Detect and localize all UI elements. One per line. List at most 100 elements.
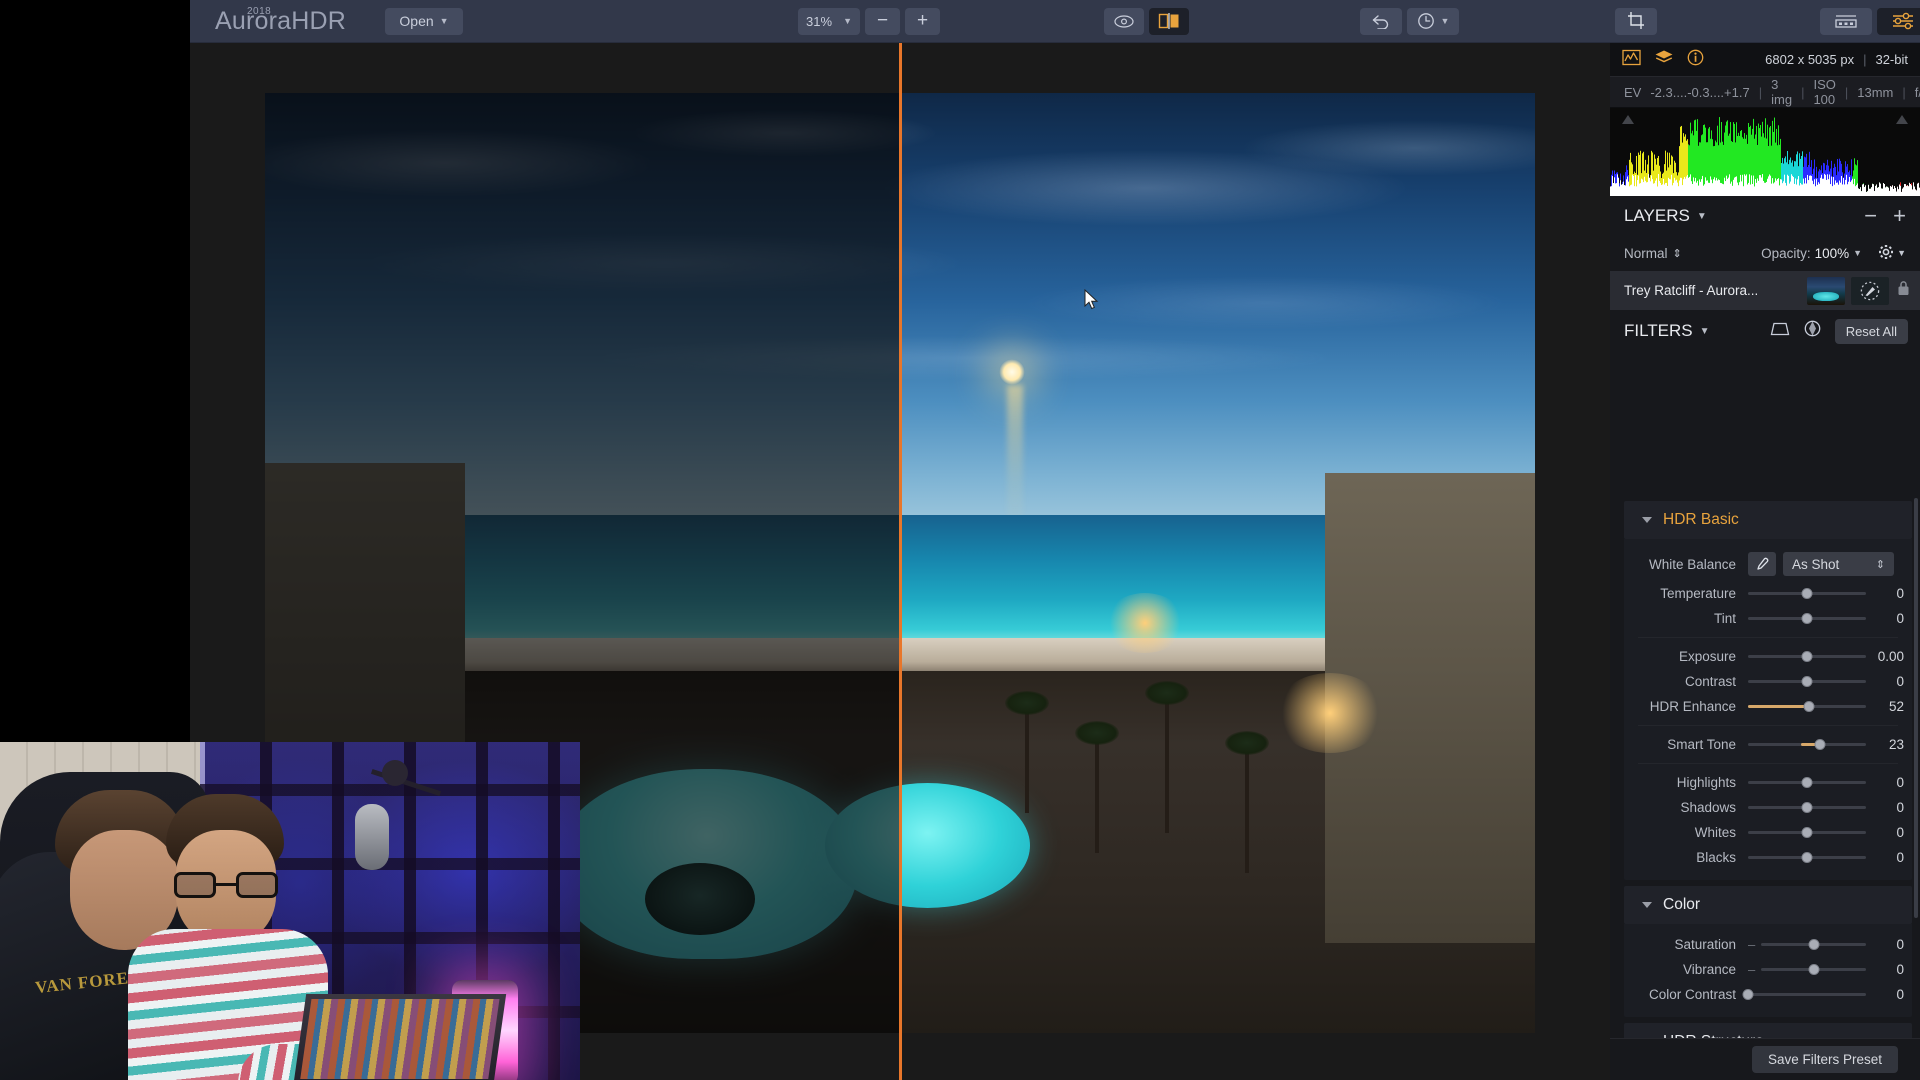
slider-value: 0	[1896, 775, 1904, 790]
lens-aperture-icon[interactable]	[1804, 320, 1821, 342]
brush-mask-icon[interactable]	[1851, 276, 1889, 305]
slider-track[interactable]	[1742, 989, 1866, 1000]
hdr-basic-sliders: Temperature 0 Tint 0	[1624, 581, 1912, 631]
slider-knob[interactable]	[1801, 827, 1813, 838]
remove-layer-button[interactable]: −	[1864, 203, 1877, 229]
save-filters-preset-button[interactable]: Save Filters Preset	[1751, 1046, 1899, 1073]
transform-icon[interactable]	[1770, 321, 1790, 342]
slider-track[interactable]	[1761, 964, 1866, 975]
slider-track[interactable]	[1748, 802, 1866, 813]
slider-value: 23	[1888, 737, 1904, 752]
split-compare-button[interactable]	[1149, 7, 1189, 35]
slider-label: Smart Tone	[1667, 737, 1736, 752]
reset-all-button[interactable]: Reset All	[1834, 318, 1908, 344]
histogram-shadow-clip-icon[interactable]	[1622, 115, 1634, 124]
slider-row[interactable]: Color Contrast 0	[1624, 982, 1912, 1007]
preview-toggle-button[interactable]	[1104, 7, 1144, 35]
lock-icon[interactable]	[1897, 280, 1910, 301]
filters-scrollbar[interactable]	[1914, 498, 1918, 918]
chevron-down-icon[interactable]: ▼	[1897, 248, 1906, 258]
slider-track[interactable]	[1748, 852, 1866, 863]
slider-knob[interactable]	[1801, 777, 1813, 788]
slider-track[interactable]	[1748, 676, 1866, 687]
slider-knob[interactable]	[1801, 802, 1813, 813]
split-compare-divider[interactable]	[899, 43, 902, 1080]
slider-knob[interactable]	[1801, 852, 1813, 863]
slider-knob[interactable]	[1801, 588, 1813, 599]
chevron-down-icon[interactable]: ▼	[1697, 211, 1707, 222]
history-button[interactable]: ▼	[1407, 7, 1459, 35]
slider-row[interactable]: Vibrance – 0	[1624, 957, 1912, 982]
slider-row[interactable]: Saturation – 0	[1624, 932, 1912, 957]
slider-track[interactable]	[1748, 651, 1866, 662]
histogram-highlight-clip-icon[interactable]	[1896, 115, 1908, 124]
slider-track[interactable]	[1748, 777, 1866, 788]
zoom-out-button[interactable]: −	[865, 7, 900, 35]
slider-row[interactable]: Temperature 0	[1624, 581, 1912, 606]
slider-track[interactable]	[1748, 827, 1866, 838]
slider-row[interactable]: Exposure 0.00	[1624, 644, 1912, 669]
slider-row[interactable]: Blacks 0	[1624, 845, 1912, 870]
slider-minus-icon[interactable]: –	[1748, 937, 1755, 952]
opacity-control[interactable]: Opacity: 100% ▼	[1761, 246, 1862, 261]
layer-settings-gear[interactable]	[1878, 244, 1894, 263]
eyedropper-icon[interactable]	[1748, 552, 1776, 576]
slider-row[interactable]: HDR Enhance 52	[1624, 694, 1912, 719]
crop-button[interactable]	[1615, 7, 1657, 35]
slider-row[interactable]: Tint 0	[1624, 606, 1912, 631]
slider-track[interactable]	[1748, 701, 1866, 712]
histogram[interactable]	[1610, 108, 1920, 196]
layers-title: LAYERS	[1624, 206, 1690, 225]
slider-row[interactable]: Highlights 0	[1624, 770, 1912, 795]
zoom-in-button[interactable]: +	[905, 7, 940, 35]
exif-focal-length: 13mm	[1857, 84, 1894, 100]
zoom-level-select[interactable]: 31% ▼	[798, 7, 860, 35]
slider-row[interactable]: Shadows 0	[1624, 795, 1912, 820]
white-balance-select[interactable]: As Shot ⇕	[1783, 552, 1894, 576]
slider-track[interactable]	[1748, 588, 1866, 599]
divider	[1638, 763, 1898, 764]
filter-group-header-color[interactable]: Color	[1624, 886, 1912, 924]
open-button-label: Open	[399, 13, 434, 29]
undo-button[interactable]	[1360, 7, 1402, 35]
slider-knob[interactable]	[1801, 676, 1813, 687]
presets-panel-button[interactable]	[1820, 7, 1872, 35]
slider-row[interactable]: Whites 0	[1624, 820, 1912, 845]
histogram-icon[interactable]	[1622, 49, 1641, 71]
slider-knob[interactable]	[1808, 939, 1820, 950]
slider-track[interactable]	[1761, 939, 1866, 950]
filter-group-header-hdr-basic[interactable]: HDR Basic	[1624, 501, 1912, 539]
slider-knob[interactable]	[1742, 989, 1754, 1000]
chevron-down-icon[interactable]: ▼	[1853, 248, 1862, 258]
layer-row[interactable]: Trey Ratcliff - Aurora...	[1610, 270, 1920, 310]
adjust-panel-button[interactable]	[1877, 7, 1920, 35]
slider-track[interactable]	[1748, 739, 1866, 750]
slider-label: Temperature	[1660, 586, 1736, 601]
stepper-icon[interactable]: ⇕	[1673, 247, 1682, 260]
blend-mode-select[interactable]: Normal	[1624, 246, 1668, 261]
slider-knob[interactable]	[1801, 651, 1813, 662]
slider-value: 0	[1896, 825, 1904, 840]
info-icon[interactable]	[1687, 49, 1704, 71]
history-clock-icon	[1417, 12, 1435, 30]
slider-value: 0	[1896, 800, 1904, 815]
open-button[interactable]: Open ▼	[385, 7, 463, 35]
slider-track[interactable]	[1748, 613, 1866, 624]
slider-knob[interactable]	[1808, 964, 1820, 975]
slider-knob[interactable]	[1803, 701, 1815, 712]
slider-knob[interactable]	[1814, 739, 1826, 750]
add-layer-button[interactable]: +	[1893, 203, 1906, 229]
photo-after-half	[899, 93, 1535, 1033]
slider-knob[interactable]	[1801, 613, 1813, 624]
filters-title: FILTERS	[1624, 321, 1693, 340]
layers-stack-icon[interactable]	[1654, 49, 1674, 71]
filters-scroll-region[interactable]: HDR Basic White Balance As Shot ⇕ Temper…	[1610, 495, 1920, 1038]
filter-group-header-hdr-structure[interactable]: HDR Structure	[1624, 1023, 1912, 1038]
layer-thumbnail[interactable]	[1807, 276, 1845, 305]
slider-value: 0	[1896, 674, 1904, 689]
slider-row[interactable]: Smart Tone 23	[1624, 732, 1912, 757]
chevron-down-icon[interactable]: ▼	[1700, 326, 1710, 337]
slider-row[interactable]: Contrast 0	[1624, 669, 1912, 694]
slider-minus-icon[interactable]: –	[1748, 962, 1755, 977]
jacuzzi	[645, 863, 755, 935]
